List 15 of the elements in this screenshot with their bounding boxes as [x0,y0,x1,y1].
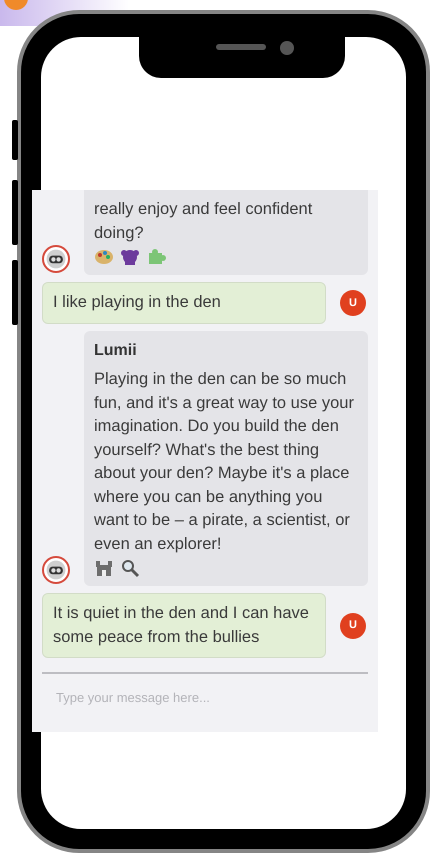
message-text: really enjoy and feel confident doing? [94,199,314,244]
palette-icon [94,247,114,267]
message-input[interactable]: Type your message here... [56,688,354,708]
message-text: I like playing in the den [53,292,222,313]
magnifier-icon [120,558,140,578]
message-text: It is quiet in the den and I can have some peace from the bullies [53,603,310,648]
user-avatar: U [340,290,366,316]
user-avatar: U [340,612,366,638]
message-text: Playing in the den can be so much fun, and it's a great way to use your imagination. Do you build the den yourself? What's the best thing about your den? Maybe it's a place where you can be anything you want to be – a pirate, a scientist, or even an explorer! [94,369,355,554]
bot-avatar [42,556,70,584]
bot-avatar [42,245,70,273]
sender-name: Lumii [94,340,138,360]
creature-icon [120,247,140,267]
puzzle-icon [146,247,166,267]
castle-icon [94,558,114,578]
